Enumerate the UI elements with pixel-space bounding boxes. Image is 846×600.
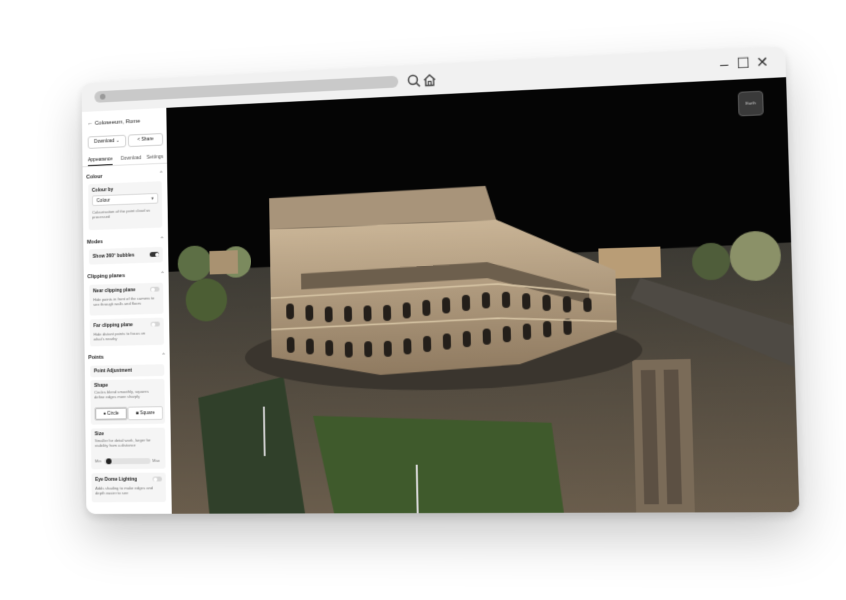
- points-section-heading[interactable]: Points: [88, 355, 103, 361]
- share-button-label: Share: [141, 136, 154, 143]
- maximize-button[interactable]: ☐: [735, 54, 752, 71]
- tab-appearance[interactable]: Appearance: [87, 156, 113, 167]
- colour-by-value: Colour: [96, 197, 111, 204]
- nav-cube-label: Earth: [745, 100, 756, 106]
- tab-download[interactable]: Download: [121, 155, 142, 162]
- download-button-label: Download: [94, 138, 115, 145]
- browser-window: – ☐ ✕ ← Coloseeum, Rome Download ⌄ < Shar…: [81, 46, 800, 514]
- breadcrumb: ← Coloseeum, Rome: [87, 119, 140, 127]
- edl-toggle[interactable]: [152, 476, 162, 482]
- edl-card: Eye Dome Lighting Adds shading to make e…: [91, 472, 166, 503]
- colour-card: Colour by Colour ▾ Colourisation of the p…: [88, 181, 163, 231]
- shape-square-option[interactable]: ■ Square: [127, 406, 164, 421]
- site-info-icon[interactable]: [99, 93, 106, 100]
- point-cloud-viewport[interactable]: Earth: [166, 77, 800, 514]
- edl-label: Eye Dome Lighting: [95, 476, 138, 483]
- square-icon: ■: [135, 410, 139, 417]
- chevron-down-icon: ▾: [151, 195, 154, 202]
- minimize-button[interactable]: –: [716, 55, 733, 72]
- size-max-label: Max: [152, 457, 160, 463]
- edl-help: Adds shading to make edges and depth eas…: [95, 485, 153, 496]
- collapse-clipping-icon[interactable]: ⌃: [160, 271, 165, 278]
- shape-circle-option[interactable]: ● Circle: [94, 406, 128, 421]
- near-clipping-help: Hide points in front of the camera to se…: [93, 295, 155, 308]
- share-icon: <: [137, 136, 141, 143]
- size-card: Size Smaller for detail work, larger for…: [90, 427, 166, 470]
- far-clipping-card: Far clipping plane Hide distant points t…: [89, 317, 164, 347]
- near-clipping-label: Near clipping plane: [93, 287, 136, 295]
- tab-bar: Appearance Download Settings: [82, 152, 168, 168]
- home-icon[interactable]: [422, 72, 438, 89]
- point-adjustment-label: Point Adjustment: [93, 367, 132, 375]
- show-bubbles-toggle[interactable]: [149, 251, 160, 257]
- near-clipping-card: Near clipping plane Hide points in front…: [89, 282, 164, 316]
- modes-card: Show 360° bubbles: [88, 246, 163, 265]
- tab-settings[interactable]: Settings: [147, 154, 164, 161]
- near-clipping-toggle[interactable]: [150, 286, 160, 292]
- show-bubbles-label: Show 360° bubbles: [92, 252, 135, 260]
- point-adjustment-card: Point Adjustment: [90, 364, 165, 378]
- colour-section-heading[interactable]: Colour: [86, 174, 102, 180]
- size-help: Smaller for detail work, larger for visi…: [94, 437, 151, 449]
- far-clipping-help: Hide distant points to focus on what's n…: [93, 330, 146, 342]
- colosseum-point-cloud: [168, 185, 800, 514]
- collapse-points-icon[interactable]: ⌃: [161, 353, 166, 359]
- project-title: Coloseeum, Rome: [94, 118, 141, 127]
- share-button[interactable]: < Share: [127, 133, 164, 148]
- nav-cube-button[interactable]: Earth: [737, 90, 764, 117]
- chevron-down-icon: ⌄: [115, 137, 120, 144]
- shape-help: Circles blend smoothly, squares define e…: [94, 388, 149, 400]
- sidebar-panel: ← Coloseeum, Rome Download ⌄ < Share Appe…: [81, 107, 173, 514]
- shape-circle-label: Circle: [107, 410, 119, 417]
- collapse-colour-icon[interactable]: ⌃: [159, 171, 164, 177]
- far-clipping-toggle[interactable]: [150, 321, 160, 327]
- colour-by-select[interactable]: Colour ▾: [91, 192, 159, 207]
- close-button[interactable]: ✕: [754, 53, 771, 70]
- collapse-modes-icon[interactable]: ⌃: [160, 236, 165, 243]
- search-icon[interactable]: [406, 72, 422, 89]
- shape-card: Shape Circles blend smoothly, squares de…: [90, 378, 165, 425]
- far-clipping-label: Far clipping plane: [93, 322, 133, 329]
- size-label: Size: [94, 431, 104, 438]
- modes-section-heading[interactable]: Modes: [87, 239, 103, 245]
- back-arrow-icon[interactable]: ←: [87, 121, 94, 127]
- shape-label: Shape: [94, 382, 108, 389]
- download-button[interactable]: Download ⌄: [87, 134, 127, 149]
- clipping-section-heading[interactable]: Clipping planes: [87, 273, 125, 280]
- colour-by-label: Colour by: [91, 187, 114, 194]
- circle-icon: ●: [103, 410, 106, 417]
- shape-square-label: Square: [139, 410, 155, 417]
- colour-help-text: Colourisation of the point cloud as proc…: [92, 207, 151, 220]
